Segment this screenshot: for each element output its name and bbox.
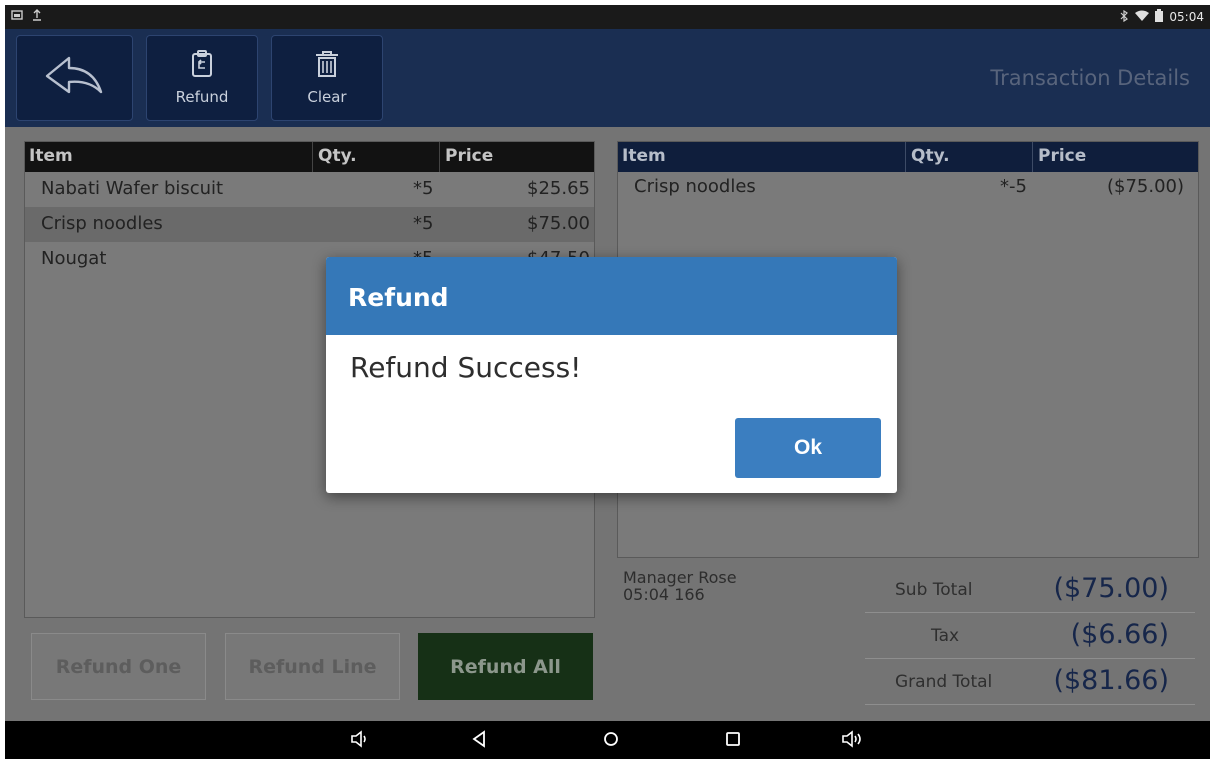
home-nav-icon[interactable]: [601, 729, 621, 753]
item-name: Nabati Wafer biscuit: [41, 178, 224, 199]
volume-down-icon[interactable]: [350, 729, 372, 753]
header-price: Price: [1038, 146, 1087, 166]
item-qty: *-5: [1000, 176, 1027, 197]
refund-dialog: Refund Refund Success! Ok: [326, 257, 897, 493]
table-header: Item Qty. Price: [25, 142, 594, 172]
grand-total-row: Grand Total ($81.66): [865, 659, 1195, 705]
item-qty: *5: [413, 178, 434, 199]
cashier-time: 05:04 166: [623, 585, 705, 604]
status-bar: 05:04: [5, 5, 1210, 29]
item-name: Crisp noodles: [41, 213, 163, 234]
navigation-bar: [5, 721, 1210, 759]
refund-one-button[interactable]: Refund One: [31, 633, 206, 700]
item-name: Nougat: [41, 248, 107, 269]
item-name: Crisp noodles: [634, 176, 756, 197]
clear-button[interactable]: Clear: [271, 35, 383, 121]
wifi-icon: [1135, 10, 1150, 25]
table-row[interactable]: Nabati Wafer biscuit *5 $25.65: [25, 172, 594, 207]
tax-value: ($6.66): [1070, 619, 1169, 650]
dialog-title: Refund: [326, 257, 897, 335]
refund-button[interactable]: Refund: [146, 35, 258, 121]
table-header: Item Qty. Price: [618, 142, 1198, 172]
clear-label: Clear: [307, 88, 347, 106]
cashier-name: Manager Rose: [623, 568, 737, 587]
tax-label: Tax: [931, 626, 960, 646]
back-button[interactable]: [16, 35, 133, 121]
ok-button[interactable]: Ok: [735, 418, 881, 478]
volume-up-icon[interactable]: [841, 729, 867, 753]
table-row[interactable]: Crisp noodles *-5 ($75.00): [618, 172, 1198, 204]
header-qty: Qty.: [318, 146, 357, 166]
toolbar: Refund Clear Transaction Details: [5, 29, 1210, 127]
recents-nav-icon[interactable]: [723, 729, 743, 753]
header-item: Item: [29, 146, 73, 166]
table-row[interactable]: Crisp noodles *5 $75.00: [25, 207, 594, 242]
trash-icon: [314, 50, 340, 82]
tax-row: Tax ($6.66): [865, 613, 1195, 659]
refund-all-button[interactable]: Refund All: [418, 633, 593, 700]
battery-icon: [1155, 9, 1164, 25]
item-price: $75.00: [527, 213, 590, 234]
header-price: Price: [445, 146, 494, 166]
back-nav-icon[interactable]: [470, 729, 488, 753]
totals-summary: Sub Total ($75.00) Tax ($6.66) Grand Tot…: [865, 567, 1195, 705]
screenshot-icon: [11, 9, 23, 24]
item-price: ($75.00): [1106, 176, 1184, 197]
clock: 05:04: [1169, 10, 1204, 24]
upload-icon: [31, 9, 43, 24]
header-qty: Qty.: [911, 146, 950, 166]
sub-total-row: Sub Total ($75.00): [865, 567, 1195, 613]
grand-total-label: Grand Total: [895, 672, 993, 692]
item-price: $25.65: [527, 178, 590, 199]
refund-line-button[interactable]: Refund Line: [225, 633, 400, 700]
page-title: Transaction Details: [990, 66, 1190, 90]
clipboard-refund-icon: [191, 50, 213, 82]
sub-total-label: Sub Total: [895, 580, 973, 600]
cashier-info: Manager Rose 05:04 166: [623, 569, 737, 603]
refund-label: Refund: [175, 88, 229, 106]
sub-total-value: ($75.00): [1053, 573, 1169, 604]
item-qty: *5: [413, 213, 434, 234]
bluetooth-icon: [1119, 9, 1129, 25]
header-item: Item: [622, 146, 666, 166]
grand-total-value: ($81.66): [1053, 665, 1169, 696]
dialog-message: Refund Success!: [350, 351, 582, 384]
back-arrow-icon: [43, 52, 107, 104]
